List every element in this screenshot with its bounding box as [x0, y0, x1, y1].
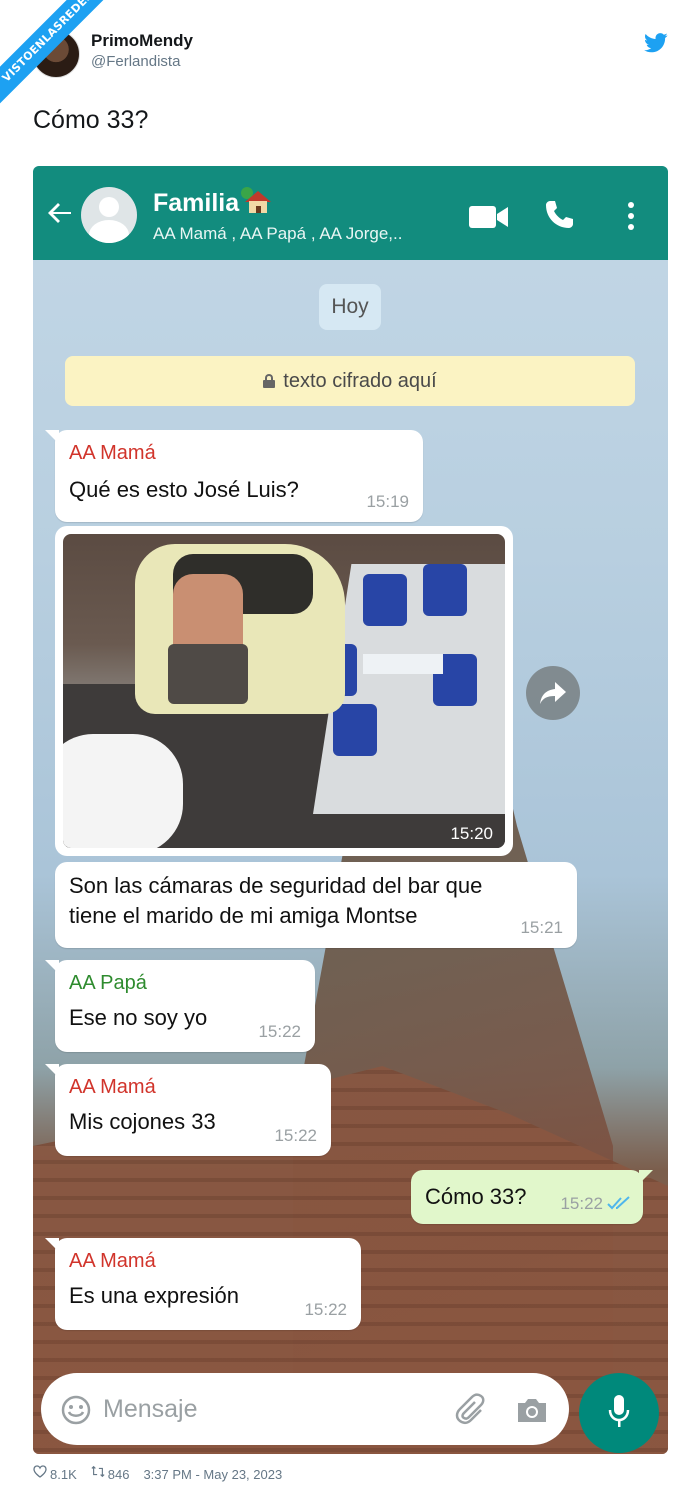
watermark-text: VISTOENLASREDES: [0, 0, 128, 117]
microphone-icon: [608, 1395, 630, 1427]
date-chip: Hoy: [319, 284, 381, 330]
twitter-bird-icon[interactable]: [644, 33, 668, 53]
message-sender: AA Mamá: [69, 442, 156, 464]
watermark-ribbon: VISTOENLASREDES: [0, 0, 140, 140]
encryption-notice-text: texto cifrado aquí: [283, 370, 437, 392]
message-bubble[interactable]: AA Mamá Mis cojones 33 15:22: [45, 1064, 331, 1156]
heart-icon[interactable]: [33, 1465, 47, 1478]
forward-button[interactable]: [526, 666, 580, 720]
security-camera-photo[interactable]: [63, 534, 505, 848]
message-text-line: tiene el marido de mi amiga Montse: [69, 903, 418, 928]
house-emoji-icon: [241, 187, 272, 213]
retweet-icon[interactable]: [91, 1465, 105, 1478]
message-composer: [41, 1373, 569, 1445]
message-sender: AA Mamá: [69, 1250, 156, 1272]
message-text-line: Son las cámaras de seguridad del bar que: [69, 873, 483, 898]
message-text: Qué es esto José Luis?: [69, 477, 299, 502]
attach-clip-icon[interactable]: [453, 1393, 487, 1427]
message-text: Es una expresión: [69, 1283, 239, 1308]
message-bubble[interactable]: Son las cámaras de seguridad del bar que…: [55, 862, 577, 948]
back-arrow-icon[interactable]: [47, 200, 73, 226]
message-text: Cómo 33?: [425, 1184, 527, 1209]
phone-call-icon[interactable]: [543, 199, 575, 231]
message-time: 15:22: [304, 1300, 347, 1319]
encryption-notice[interactable]: texto cifrado aquí: [65, 356, 635, 406]
message-bubble[interactable]: AA Papá Ese no soy yo 15:22: [45, 960, 315, 1052]
emoji-icon[interactable]: [61, 1395, 91, 1425]
group-members[interactable]: AA Mamá , AA Papá , AA Jorge,..: [153, 224, 402, 244]
tweet-card: PrimoMendy @Ferlandista Cómo 33? Familia…: [0, 0, 700, 1508]
message-time: 15:22: [560, 1194, 603, 1213]
message-input[interactable]: [103, 1391, 423, 1427]
group-name-text: Familia: [153, 189, 240, 217]
video-call-icon[interactable]: [469, 204, 509, 230]
message-time: 15:22: [274, 1126, 317, 1145]
image-message[interactable]: 15:20: [55, 526, 513, 856]
message-time: 15:19: [366, 492, 409, 511]
outgoing-message-bubble[interactable]: Cómo 33? 15:22: [411, 1170, 653, 1224]
message-bubble[interactable]: AA Mamá Qué es esto José Luis? 15:19: [45, 430, 423, 522]
retweets-count: 846: [107, 1467, 130, 1483]
lock-icon: [263, 374, 276, 388]
double-check-icon: [607, 1196, 630, 1210]
likes-count: 8.1K: [50, 1467, 77, 1483]
group-name[interactable]: Familia: [153, 187, 272, 218]
more-options-icon[interactable]: [625, 200, 637, 232]
tweet-timestamp[interactable]: 3:37 PM - May 23, 2023: [143, 1467, 282, 1482]
message-time: 15:22: [258, 1022, 301, 1041]
message-time: 15:21: [520, 918, 563, 937]
forward-icon: [540, 682, 566, 704]
chat-header: Familia AA Mamá , AA Papá , AA Jorge,..: [33, 166, 668, 260]
image-time: 15:20: [450, 824, 493, 843]
message-sender: AA Mamá: [69, 1076, 156, 1098]
chat-screenshot[interactable]: Familia AA Mamá , AA Papá , AA Jorge,.. …: [33, 166, 668, 1454]
voice-message-button[interactable]: [579, 1373, 659, 1453]
message-text: Ese no soy yo: [69, 1005, 208, 1030]
message-bubble[interactable]: AA Mamá Es una expresión 15:22: [45, 1238, 361, 1330]
message-sender: AA Papá: [69, 972, 147, 994]
tweet-footer: 8.1K 846 3:37 PM - May 23, 2023: [33, 1465, 282, 1482]
camera-icon[interactable]: [515, 1395, 549, 1425]
message-text: Mis cojones 33: [69, 1109, 216, 1134]
group-avatar[interactable]: [81, 187, 137, 243]
